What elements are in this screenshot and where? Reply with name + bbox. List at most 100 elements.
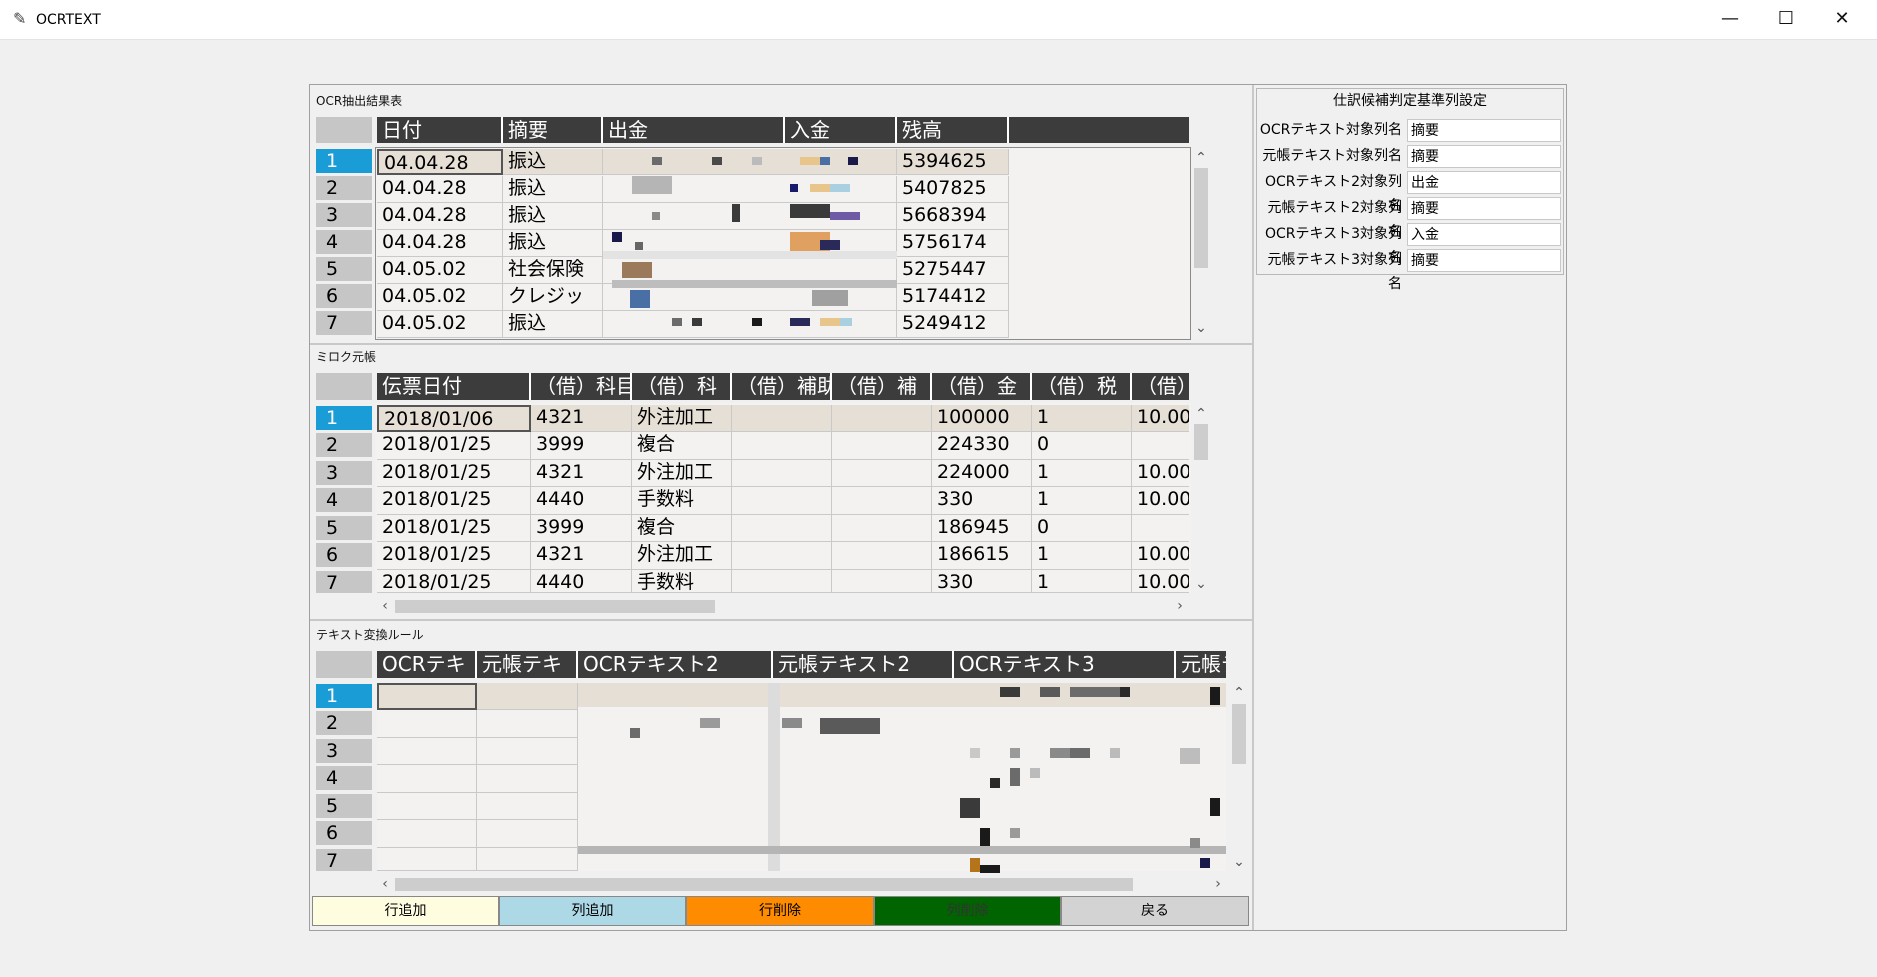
col-header-withdrawal[interactable]: 出金 — [603, 117, 785, 143]
table-cell[interactable]: 4440 — [531, 570, 632, 593]
table-cell[interactable]: 手数料 — [632, 487, 732, 515]
table-cell[interactable]: 04.04.28 — [377, 149, 503, 175]
table-cell[interactable]: 外注加工 — [632, 405, 732, 432]
row-header[interactable]: 7 — [316, 849, 372, 872]
scroll-thumb[interactable] — [1194, 168, 1208, 268]
table-cell[interactable] — [1132, 515, 1189, 542]
scroll-up-arrow[interactable]: ⌃ — [1192, 150, 1210, 166]
table-cell[interactable]: 04.05.02 — [377, 284, 503, 311]
scroll-left-arrow[interactable]: ‹ — [377, 598, 393, 614]
table-cell[interactable]: 2018/01/25 — [377, 542, 531, 570]
table-cell[interactable]: 手数料 — [632, 570, 732, 593]
table-cell[interactable]: 4440 — [531, 487, 632, 515]
table-cell[interactable] — [832, 487, 932, 515]
col-header-debit-account[interactable]: （借）科目 — [531, 373, 632, 400]
scroll-down-arrow[interactable]: ⌄ — [1230, 854, 1248, 870]
table-cell[interactable] — [832, 460, 932, 487]
table-cell[interactable]: 複合 — [632, 515, 732, 542]
table-cell[interactable]: 複合 — [632, 432, 732, 460]
col-header-debit-tax[interactable]: （借）税 — [1032, 373, 1132, 400]
col-header-ledger-text[interactable]: 元帳テキ — [477, 651, 578, 678]
table-cell[interactable] — [477, 848, 578, 871]
scroll-up-arrow[interactable]: ⌃ — [1192, 406, 1210, 422]
table-cell[interactable]: 2018/01/25 — [377, 515, 531, 542]
row-header[interactable]: 3 — [316, 203, 372, 227]
row-header[interactable]: 4 — [316, 230, 372, 254]
table-cell[interactable]: 2018/01/06 — [377, 405, 531, 432]
col-header-extra[interactable] — [1009, 117, 1189, 143]
row-header[interactable]: 1 — [316, 149, 372, 173]
col-header-ledger-text2[interactable]: 元帳テキスト2 — [773, 651, 954, 678]
minimize-button[interactable]: — — [1703, 0, 1757, 39]
table-cell[interactable]: 100000 — [932, 405, 1032, 432]
table-cell[interactable]: 224330 — [932, 432, 1032, 460]
table-cell[interactable]: 4321 — [531, 542, 632, 570]
table-cell[interactable] — [832, 405, 932, 432]
table-cell[interactable] — [377, 765, 477, 793]
scroll-up-arrow[interactable]: ⌃ — [1230, 685, 1248, 701]
table-cell[interactable] — [377, 848, 477, 871]
table-cell[interactable]: 1 — [1032, 487, 1132, 515]
row-header[interactable]: 2 — [316, 176, 372, 200]
row-header[interactable]: 4 — [316, 488, 372, 512]
table-cell[interactable] — [377, 683, 477, 710]
col-header-debit-sub[interactable]: （借）補助 — [732, 373, 832, 400]
col-header-debit-sub-name[interactable]: （借）補 — [832, 373, 932, 400]
table-cell[interactable] — [732, 570, 832, 593]
table-cell[interactable]: 04.04.28 — [377, 203, 503, 230]
criteria-value-field[interactable]: 出金 — [1407, 171, 1561, 194]
table-cell[interactable]: 振込 — [503, 311, 603, 338]
table-cell[interactable] — [377, 820, 477, 848]
table-cell[interactable]: 5407825 — [897, 176, 1009, 203]
add-column-button[interactable]: 列追加 — [499, 896, 686, 926]
col-header-debit-account-name[interactable]: （借）科 — [632, 373, 732, 400]
row-header[interactable]: 6 — [316, 821, 372, 845]
row-header[interactable]: 7 — [316, 571, 372, 594]
table-cell[interactable] — [732, 460, 832, 487]
col-header-summary[interactable]: 摘要 — [503, 117, 603, 143]
scroll-thumb[interactable] — [1232, 704, 1246, 764]
table-cell[interactable]: 04.04.28 — [377, 230, 503, 257]
close-button[interactable]: ✕ — [1815, 0, 1869, 39]
scroll-left-arrow[interactable]: ‹ — [377, 876, 393, 892]
table-cell[interactable] — [732, 515, 832, 542]
scroll-thumb[interactable] — [1194, 424, 1208, 460]
table-cell[interactable]: 外注加工 — [632, 460, 732, 487]
table-cell[interactable]: 振込 — [503, 149, 603, 175]
table-cell[interactable] — [377, 710, 477, 738]
scroll-thumb[interactable] — [395, 878, 1133, 891]
table-cell[interactable]: 2018/01/25 — [377, 570, 531, 593]
table-cell[interactable]: 10.00 — [1132, 460, 1189, 487]
delete-row-button[interactable]: 行削除 — [686, 896, 874, 926]
table-cell[interactable]: 330 — [932, 487, 1032, 515]
table-cell[interactable]: 5249412 — [897, 311, 1009, 338]
criteria-value-field[interactable]: 摘要 — [1407, 197, 1561, 220]
table-cell[interactable]: 4321 — [531, 405, 632, 432]
add-row-button[interactable]: 行追加 — [312, 896, 499, 926]
row-header[interactable]: 3 — [316, 461, 372, 485]
table-cell[interactable] — [832, 432, 932, 460]
row-header[interactable]: 7 — [316, 311, 372, 335]
table-cell[interactable] — [377, 793, 477, 820]
table-cell[interactable] — [732, 487, 832, 515]
row-header[interactable]: 6 — [316, 284, 372, 308]
row-header[interactable]: 3 — [316, 739, 372, 763]
col-header-debit-more[interactable]: （借） — [1132, 373, 1189, 400]
table-cell[interactable]: 10.00 — [1132, 487, 1189, 515]
table-cell[interactable] — [477, 683, 578, 710]
table-cell[interactable]: 振込 — [503, 230, 603, 257]
table-cell[interactable] — [832, 542, 932, 570]
table-cell[interactable]: 振込 — [503, 203, 603, 230]
table-cell[interactable]: 1 — [1032, 570, 1132, 593]
table-cell[interactable]: 振込 — [503, 176, 603, 203]
table-cell[interactable]: 04.05.02 — [377, 257, 503, 284]
col-header-debit-amount[interactable]: （借）金 — [932, 373, 1032, 400]
table-cell[interactable]: 224000 — [932, 460, 1032, 487]
table-cell[interactable]: 2018/01/25 — [377, 460, 531, 487]
table-cell[interactable]: クレジッ — [503, 284, 603, 311]
table-cell[interactable]: 0 — [1032, 515, 1132, 542]
table-cell[interactable] — [832, 570, 932, 593]
table-cell[interactable]: 2018/01/25 — [377, 432, 531, 460]
row-header[interactable]: 4 — [316, 766, 372, 790]
redacted-region[interactable] — [578, 683, 1226, 871]
